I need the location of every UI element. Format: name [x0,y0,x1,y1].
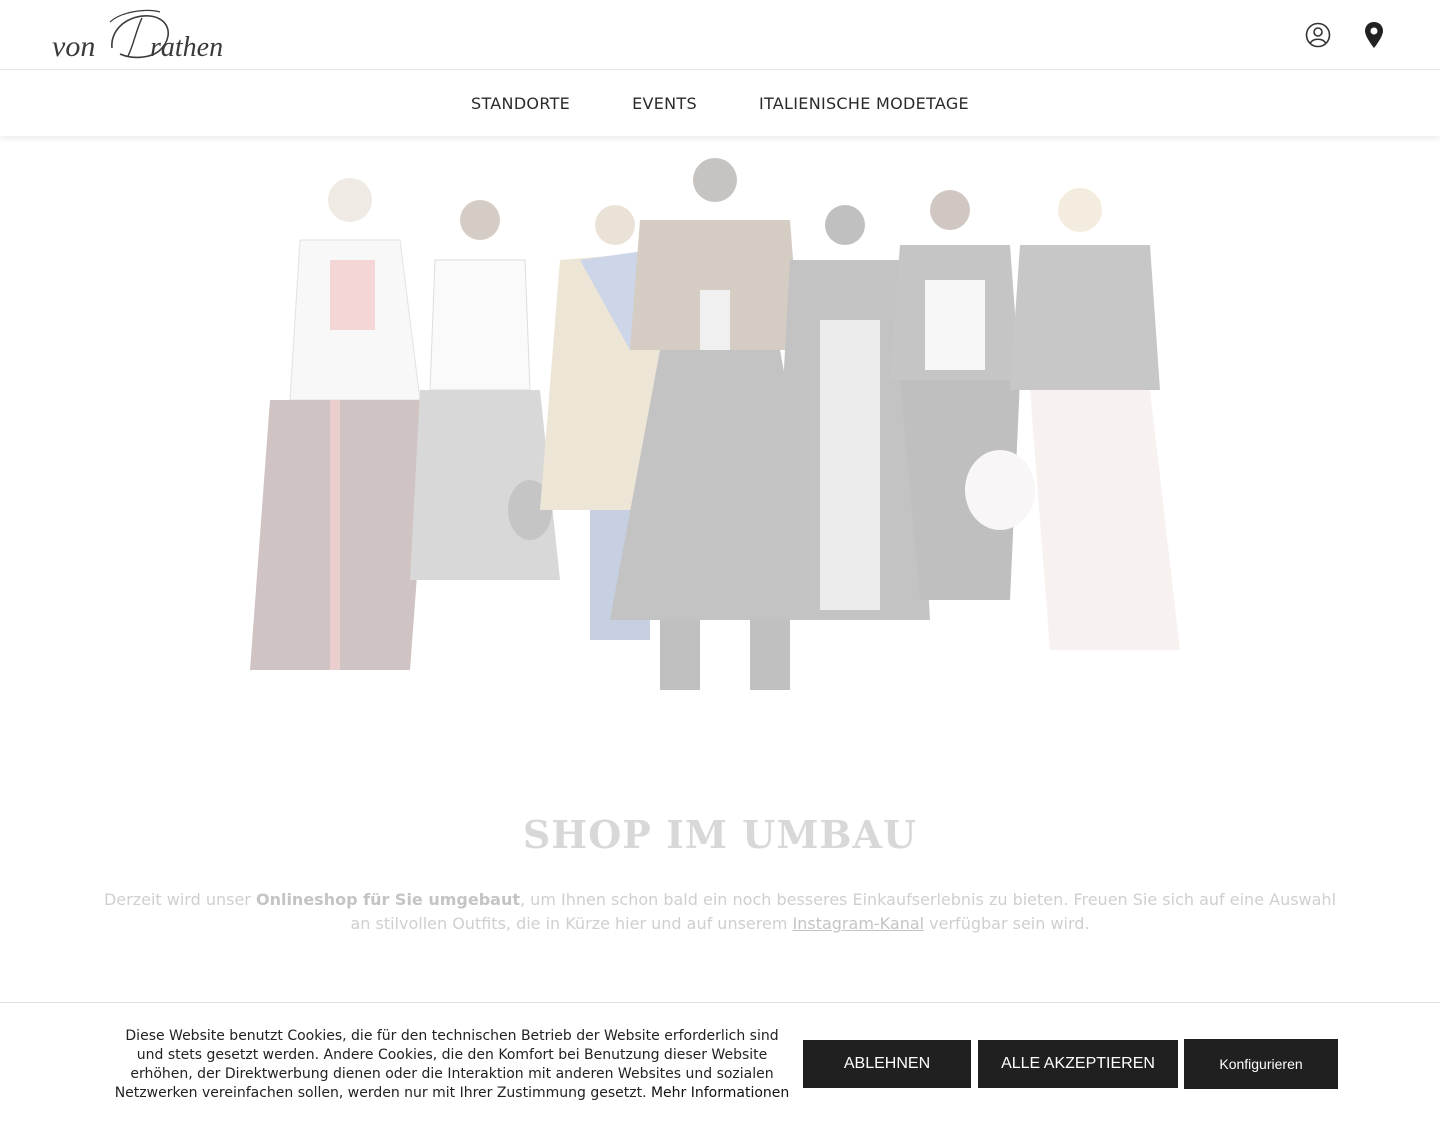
cookie-notice-text: Diese Website benutzt Cookies, die für d… [112,1027,792,1103]
hero-fashion-illustration [230,150,1210,700]
decline-button[interactable]: ABLEHNEN [803,1040,971,1088]
nav-item-standorte[interactable]: STANDORTE [471,94,570,113]
svg-text:rathen: rathen [150,32,223,63]
configure-button[interactable]: Konfigurieren [1184,1039,1338,1089]
nav-item-italienische-modetage[interactable]: ITALIENISCHE MODETAGE [759,94,969,113]
shop-description: Derzeit wird unser Onlineshop für Sie um… [96,888,1344,936]
header-icons [1304,20,1388,50]
accept-all-button[interactable]: ALLE AKZEPTIEREN [978,1040,1178,1088]
instagram-link[interactable]: Instagram-Kanal [793,914,925,933]
main-navigation: STANDORTE EVENTS ITALIENISCHE MODETAGE [0,71,1440,136]
shop-text-part1: Derzeit wird unser [103,890,256,909]
figure-1 [250,178,430,670]
svg-text:von: von [52,30,95,63]
logo-wordmark: von rathen [52,9,223,63]
nav-item-events[interactable]: EVENTS [632,94,697,113]
location-pin-icon[interactable] [1360,20,1388,50]
site-header: von rathen [0,0,1440,70]
brand-logo[interactable]: von rathen [50,8,226,64]
shop-title: SHOP IM UMBAU [522,812,918,857]
account-icon[interactable] [1304,20,1332,50]
shop-text-bold: Onlineshop für Sie umgebaut [255,890,520,909]
cookie-banner: Diese Website benutzt Cookies, die für d… [0,1002,1440,1123]
more-info-link[interactable]: Mehr Informationen [651,1085,789,1101]
shop-text-part3: verfügbar sein wird. [924,914,1090,933]
figure-2 [410,200,560,580]
